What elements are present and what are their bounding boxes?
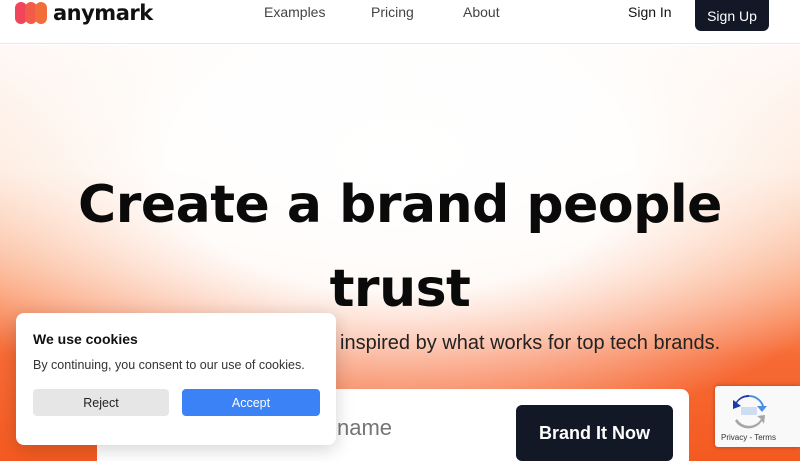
- nav-link-about[interactable]: About: [463, 4, 500, 20]
- sign-up-button[interactable]: Sign Up: [695, 0, 769, 31]
- site-header: anymark Examples Pricing About Sign In S…: [0, 0, 800, 44]
- sign-in-link[interactable]: Sign In: [628, 4, 672, 20]
- recaptcha-badge[interactable]: Privacy - Terms: [715, 386, 800, 447]
- nav-link-pricing[interactable]: Pricing: [371, 4, 414, 20]
- accept-cookies-button[interactable]: Accept: [182, 389, 320, 416]
- nav-link-examples[interactable]: Examples: [264, 4, 325, 20]
- cookie-title: We use cookies: [33, 331, 138, 347]
- main-nav: Examples Pricing About: [0, 4, 800, 22]
- cookie-text: By continuing, you consent to our use of…: [33, 358, 305, 372]
- reject-cookies-button[interactable]: Reject: [33, 389, 169, 416]
- brand-it-now-button[interactable]: Brand It Now: [516, 405, 673, 461]
- recaptcha-links[interactable]: Privacy - Terms: [721, 433, 776, 442]
- recaptcha-icon: [733, 395, 767, 429]
- hero-subtitle: inspired by what works for top tech bran…: [340, 332, 721, 354]
- brand-name-input[interactable]: [337, 415, 507, 441]
- cookie-banner: We use cookies By continuing, you consen…: [16, 313, 336, 445]
- hero-headline: Create a brand people trust: [78, 175, 722, 319]
